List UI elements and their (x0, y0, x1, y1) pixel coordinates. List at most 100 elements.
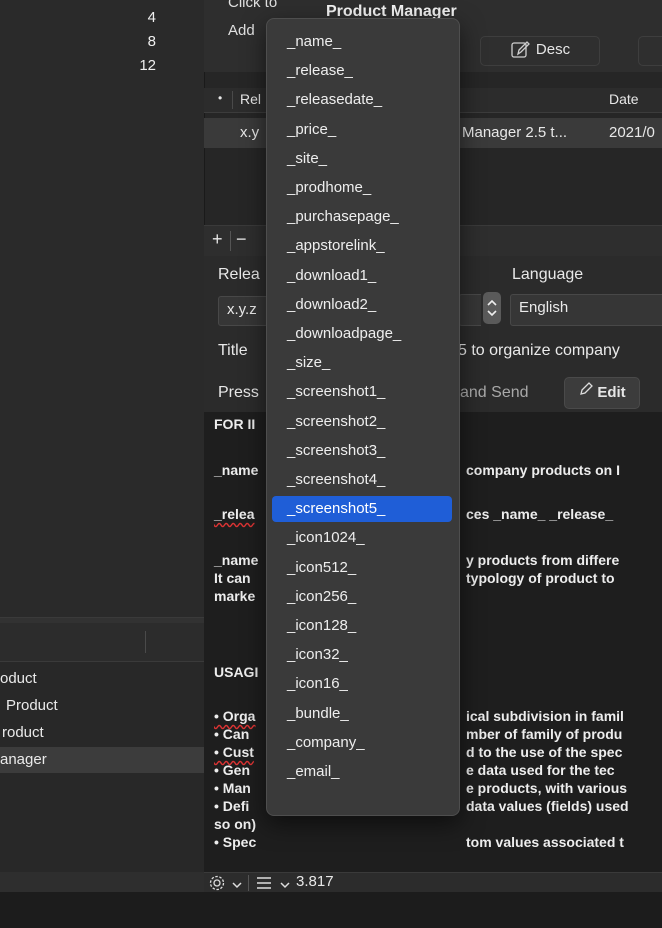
edit-button-label: Edit (597, 384, 626, 401)
language-select[interactable]: English (510, 294, 662, 326)
column-divider (145, 631, 146, 653)
text-line: ical subdivision in famil (466, 708, 624, 724)
window-bottom-edge (0, 892, 662, 928)
menu-item[interactable]: _screenshot3_ (272, 438, 452, 464)
language-label: Language (512, 266, 584, 283)
add-button[interactable]: + (212, 229, 223, 250)
text-line: • Spec (214, 834, 257, 850)
desc-button-label: Desc (535, 41, 571, 58)
count-badge: 12 (139, 57, 156, 74)
text-line: _relea (214, 506, 255, 522)
text-line: d to the use of the spec (466, 744, 623, 760)
menu-item[interactable]: _icon256_ (272, 584, 452, 610)
menu-item[interactable]: _icon1024_ (272, 525, 452, 551)
text-line: e products, with various (466, 780, 628, 796)
text-line: • Man (214, 780, 251, 796)
pencil-icon (510, 40, 532, 60)
remove-button[interactable]: − (236, 229, 247, 250)
sidebar-item-selected[interactable]: anager (0, 747, 204, 773)
sort-indicator: • (218, 91, 223, 105)
sidebar-item-label: oduct (0, 670, 37, 687)
desc-button[interactable]: Desc (480, 36, 600, 66)
text-line: so on) (214, 816, 256, 832)
menu-item[interactable]: _release_ (272, 58, 452, 84)
sidebar-item[interactable]: roduct (0, 720, 204, 746)
text-line: It can (214, 570, 251, 586)
sidebar-item[interactable]: oduct (0, 666, 204, 692)
release-cell: x.y (240, 124, 260, 141)
text-line: • Defi (214, 798, 250, 814)
text-line: data values (fields) used (466, 798, 629, 814)
text-line: company products on I (466, 462, 621, 478)
stepper-icon[interactable] (483, 292, 501, 324)
sidebar-item[interactable]: Product (0, 693, 204, 719)
sidebar-list-header (0, 623, 204, 662)
release-label: Relea (218, 266, 260, 283)
text-line: y products from differe (466, 552, 620, 568)
text-line: FOR II (214, 416, 256, 432)
date-cell: 2021/0 (609, 124, 655, 141)
menu-item[interactable]: _bundle_ (272, 701, 452, 727)
menu-item[interactable]: _size_ (272, 350, 452, 376)
release-value: x.y.z (227, 301, 257, 318)
column-header-release[interactable]: Rel (240, 91, 261, 107)
menu-item[interactable]: _appstorelink_ (272, 233, 452, 259)
menu-item[interactable]: _email_ (272, 759, 452, 785)
sidebar-item-label: roduct (2, 724, 44, 741)
text-line: mber of family of produ (466, 726, 623, 742)
text-line: • Cust (214, 744, 254, 760)
click-to-add-label: Add (228, 22, 255, 39)
text-line: tom values associated t (466, 834, 624, 850)
title-cell: Manager 2.5 t... (462, 124, 568, 141)
text-line: • Can (214, 726, 250, 742)
bottom-toolbar: 3.817 (204, 872, 662, 893)
menu-item[interactable]: _icon32_ (272, 642, 452, 668)
language-value: English (519, 299, 569, 316)
menu-item[interactable]: _releasedate_ (272, 87, 452, 113)
text-line: _name (214, 552, 259, 568)
menu-item[interactable]: _icon512_ (272, 555, 452, 581)
count-badge: 4 (147, 9, 156, 26)
menu-item[interactable]: _screenshot2_ (272, 409, 452, 435)
press-label: Press (218, 384, 259, 401)
menu-item[interactable]: _name_ (272, 29, 452, 55)
title-field[interactable]: 5 to organize company (458, 336, 662, 366)
date-field[interactable] (458, 294, 481, 326)
menu-item[interactable]: _downloadpage_ (272, 321, 452, 347)
menu-item[interactable]: _icon16_ (272, 671, 452, 697)
menu-item[interactable]: _icon128_ (272, 613, 452, 639)
text-line: • Orga (214, 708, 256, 724)
count-badge: 8 (147, 33, 156, 50)
menu-item[interactable]: _screenshot4_ (272, 467, 452, 493)
version-label: 3.817 (296, 873, 334, 890)
edit-button[interactable]: Edit (564, 377, 640, 409)
menu-item[interactable]: _price_ (272, 117, 452, 143)
text-line: USAGI (214, 664, 259, 680)
menu-item[interactable]: _screenshot5_ (272, 496, 452, 523)
text-line: typology of product to (466, 570, 615, 586)
column-header-date[interactable]: Date (609, 91, 639, 107)
sidebar-item-label: anager (0, 751, 47, 768)
placeholder-menu: _name_ _release_ _releasedate_ _price_ _site… (266, 18, 460, 816)
menu-item[interactable]: _site_ (272, 146, 452, 172)
menu-item[interactable]: _company_ (272, 730, 452, 756)
text-line: _name (214, 462, 259, 478)
text-line: e data used for the tec (466, 762, 615, 778)
text-line: • Gen (214, 762, 251, 778)
menu-item[interactable]: _screenshot1_ (272, 379, 452, 405)
text-line: ces _name_ _release_ (466, 506, 614, 522)
header-button[interactable] (638, 36, 662, 66)
send-button[interactable]: and Send (460, 384, 529, 402)
menu-item[interactable]: _download2_ (272, 292, 452, 318)
divider (248, 875, 249, 891)
click-to-add-label: Click to (228, 0, 278, 11)
sidebar-counts-panel: 4 8 12 (0, 0, 204, 620)
menu-item[interactable]: _purchasepage_ (272, 204, 452, 230)
text-line: marke (214, 588, 256, 604)
menu-item[interactable]: _download1_ (272, 263, 452, 289)
title-value: 5 to organize company (458, 342, 620, 359)
pencil-icon (578, 378, 594, 408)
divider (230, 231, 231, 251)
column-divider (232, 91, 233, 109)
menu-item[interactable]: _prodhome_ (272, 175, 452, 201)
